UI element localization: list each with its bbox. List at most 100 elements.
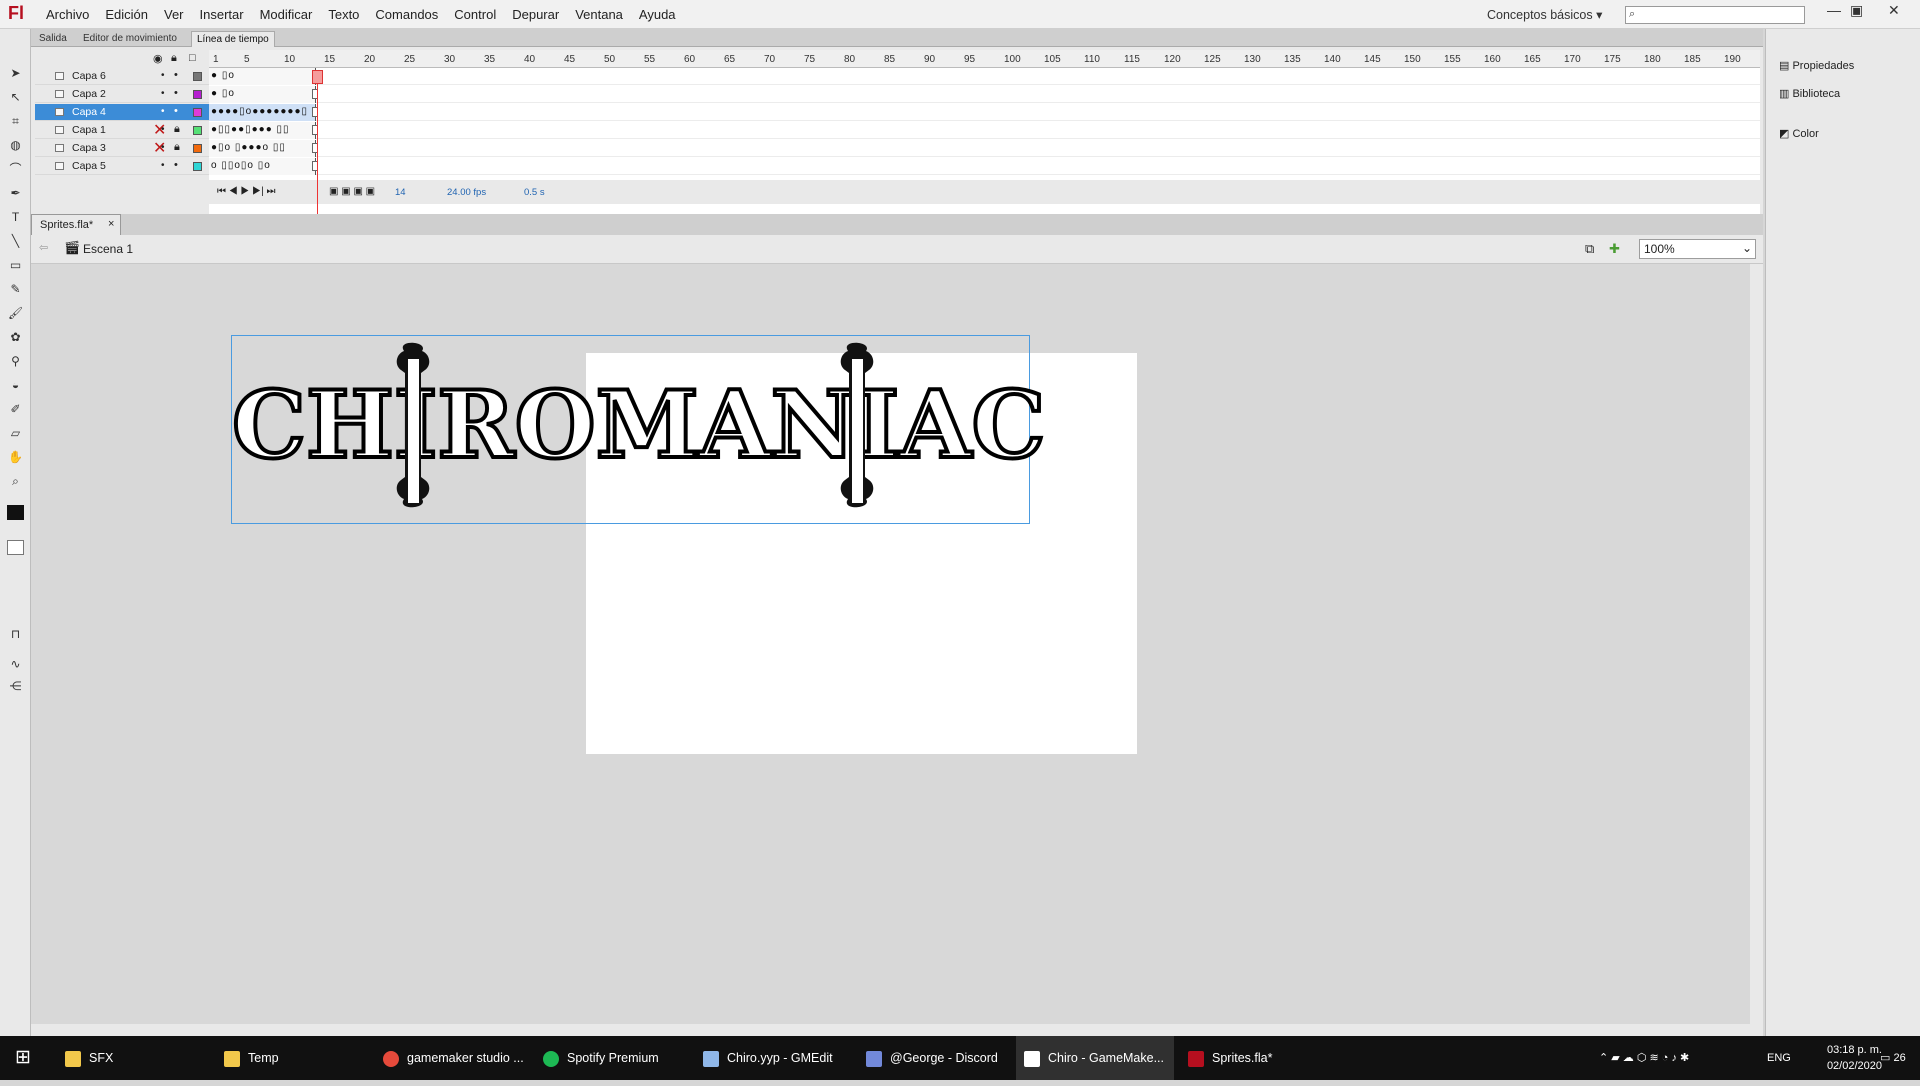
pen-tool-icon[interactable]: ✒ [7, 186, 24, 201]
timeline-ruler[interactable]: 1 5 10 15 20 25 30 35 40 45 50 55 60 65 70 75 80 85 90 95 10… [209, 50, 1760, 68]
menu-ventana[interactable]: Ventana [567, 0, 631, 29]
text-tool-icon[interactable]: T [7, 210, 24, 225]
frame-row[interactable]: ●▯▯●●▯●●● ▯▯ [209, 122, 1760, 139]
playhead-handle[interactable] [312, 70, 323, 84]
taskbar-item-chrome[interactable]: gamemaker studio ... [383, 1036, 524, 1080]
3d-rotation-icon[interactable]: ◍ [7, 138, 24, 153]
layer-row[interactable]: Capa 4 • • [35, 104, 209, 121]
clock[interactable]: 03:18 p. m. 02/02/2020 [1802, 1042, 1882, 1086]
layer-color-icon[interactable] [193, 108, 202, 117]
onion-skin-icon[interactable]: ▣ ▣ ▣ ▣ [329, 186, 375, 197]
keyframes[interactable]: ●▯o ▯●●●o ▯▯ [209, 140, 318, 157]
layer-row[interactable]: Capa 3 ✕ • 🔒︎ [35, 140, 209, 157]
document-tab[interactable]: Sprites.fla* × [31, 214, 121, 235]
frames-area[interactable]: 1 5 10 15 20 25 30 35 40 45 50 55 60 65 70 75 80 85 90 95 10… [209, 50, 1760, 215]
stroke-color-icon[interactable] [7, 505, 24, 520]
close-icon[interactable]: ✕ [1888, 2, 1900, 19]
eyedropper-icon[interactable]: ✐ [7, 402, 24, 417]
layer-row[interactable]: Capa 1 ✕ • 🔒︎ [35, 122, 209, 139]
workspace-dropdown[interactable]: Conceptos básicos ▾ [1487, 7, 1602, 22]
menu-ayuda[interactable]: Ayuda [631, 0, 684, 29]
lasso-icon[interactable]: ⌒ [7, 162, 24, 177]
layer-color-icon[interactable] [193, 90, 202, 99]
menu-edicion[interactable]: Edición [97, 0, 156, 29]
smooth-icon[interactable]: ∿ [7, 657, 24, 672]
visibility-dot-icon[interactable]: • [161, 70, 165, 81]
keyframes[interactable]: o ▯▯o▯o ▯o [209, 158, 318, 175]
frame-row[interactable]: ●▯o ▯●●●o ▯▯ [209, 140, 1760, 157]
vertical-scrollbar[interactable] [1750, 264, 1763, 1026]
edit-symbols-icon[interactable]: ⧉ [1585, 241, 1594, 257]
tab-salida[interactable]: Salida [34, 31, 72, 47]
properties-panel-button[interactable]: ▤ Propiedades [1779, 59, 1854, 72]
visibility-dot-icon[interactable]: • [161, 160, 165, 171]
lock-icon[interactable]: • [174, 69, 183, 81]
layer-row[interactable]: Capa 6 • • [35, 68, 209, 85]
edit-scene-icon[interactable]: ✚ [1609, 241, 1620, 257]
lock-icon[interactable]: • [174, 87, 183, 99]
minimize-icon[interactable]: — [1827, 2, 1841, 18]
keyframes[interactable]: ●●●●▯o●●●●●●●▯ [209, 104, 318, 121]
keyframes[interactable]: ● ▯o [209, 68, 318, 85]
notification-icon[interactable]: ▭ 26 [1880, 1036, 1906, 1080]
eraser-icon[interactable]: ▱ [7, 426, 24, 441]
fill-color-icon[interactable] [7, 540, 24, 555]
lock-icon[interactable]: • [174, 159, 183, 171]
taskbar-item-gmedit[interactable]: Chiro.yyp - GMEdit [703, 1036, 833, 1080]
back-arrow-icon[interactable]: ⇦ [39, 241, 48, 254]
close-tab-icon[interactable]: × [108, 218, 114, 230]
frame-row[interactable]: ● ▯o [209, 86, 1760, 103]
paint-bucket-icon[interactable]: ◒ [7, 378, 24, 393]
menu-texto[interactable]: Texto [320, 0, 367, 29]
visibility-dot-icon[interactable]: • [161, 124, 165, 135]
keyframes[interactable]: ●▯▯●●▯●●● ▯▯ [209, 122, 318, 139]
lock-icon[interactable]: 🔒︎ [174, 141, 183, 153]
layer-name[interactable]: Capa 6 [72, 70, 106, 82]
brush-tool-icon[interactable]: 🖌 [7, 306, 24, 321]
layer-color-icon[interactable] [193, 72, 202, 81]
lock-icon[interactable]: 🔒︎ [171, 52, 177, 65]
taskbar-item-flash[interactable]: Sprites.fla* [1188, 1036, 1272, 1080]
eye-icon[interactable]: ◉ [153, 52, 163, 65]
rectangle-tool-icon[interactable]: ▭ [7, 258, 24, 273]
frame-row[interactable]: ●●●●▯o●●●●●●●▯ [209, 104, 1760, 121]
layer-name[interactable]: Capa 2 [72, 88, 106, 100]
taskbar-item-discord[interactable]: @George - Discord [866, 1036, 998, 1080]
system-tray-icons[interactable]: ⌃ ▰ ☁ ⬡ ≋ ◔ ♪ ✱ [1599, 1036, 1689, 1080]
frame-row[interactable]: o ▯▯o▯o ▯o [209, 158, 1760, 175]
layer-color-icon[interactable] [193, 144, 202, 153]
visibility-dot-icon[interactable]: • [161, 142, 165, 153]
playback-controls[interactable]: ⏮ ◀ ▶ ▶| ⏭ [217, 186, 275, 197]
menu-modificar[interactable]: Modificar [252, 0, 321, 29]
language-indicator[interactable]: ENG [1767, 1036, 1791, 1080]
layer-name[interactable]: Capa 4 [72, 106, 106, 118]
selected-logo-symbol[interactable]: CHIROMANIAC [230, 335, 1047, 524]
taskbar-item-spotify[interactable]: Spotify Premium [543, 1036, 659, 1080]
subselection-tool-icon[interactable]: ↖ [7, 90, 24, 105]
stage-area[interactable]: CHIROMANIAC [31, 264, 1763, 1026]
taskbar-item-temp[interactable]: Temp [224, 1036, 279, 1080]
menu-insertar[interactable]: Insertar [192, 0, 252, 29]
zoom-tool-icon[interactable]: ⌕ [7, 474, 24, 489]
color-panel-button[interactable]: ◩ Color [1779, 127, 1819, 140]
straighten-icon[interactable]: ⋲ [7, 679, 24, 694]
pencil-tool-icon[interactable]: ✎ [7, 282, 24, 297]
visibility-dot-icon[interactable]: • [161, 106, 165, 117]
outline-icon[interactable]: □ [189, 52, 196, 64]
snap-magnet-icon[interactable]: ⊓ [7, 627, 24, 642]
layer-name[interactable]: Capa 3 [72, 142, 106, 154]
hand-tool-icon[interactable]: ✋ [7, 450, 24, 465]
menu-depurar[interactable]: Depurar [504, 0, 567, 29]
frame-rate[interactable]: 24.00 fps [447, 187, 486, 198]
restore-icon[interactable]: ▣ [1850, 2, 1863, 19]
layer-color-icon[interactable] [193, 162, 202, 171]
taskbar-item-sfx[interactable]: SFX [65, 1036, 113, 1080]
layer-name[interactable]: Capa 5 [72, 160, 106, 172]
playhead[interactable] [317, 70, 318, 221]
layer-row[interactable]: Capa 2 • • [35, 86, 209, 103]
layer-name[interactable]: Capa 1 [72, 124, 106, 136]
horizontal-scrollbar[interactable] [31, 1024, 1763, 1036]
line-tool-icon[interactable]: ╲ [7, 234, 24, 249]
taskbar-item-gamemaker[interactable]: Chiro - GameMake... [1016, 1036, 1174, 1080]
frame-row[interactable]: ● ▯o [209, 68, 1760, 85]
